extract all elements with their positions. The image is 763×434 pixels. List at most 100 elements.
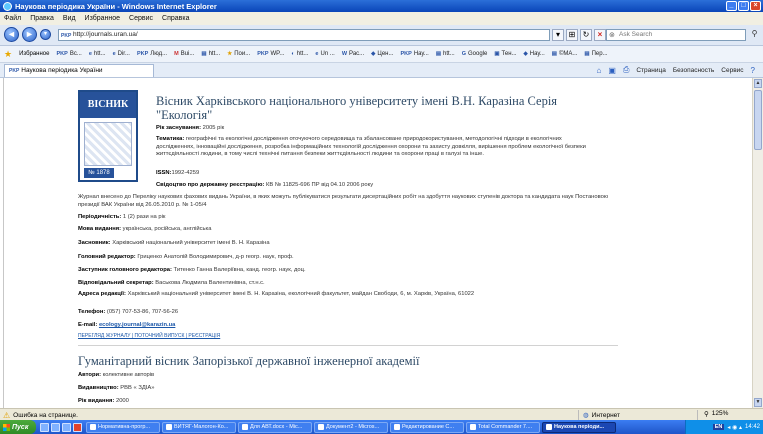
year-row: Рік видання: 2000 [78,398,129,404]
page-menu[interactable]: Страница [636,67,665,74]
task-button[interactable]: Total Commander 7.... [466,421,540,433]
command-bar: ⌂ ▣ ⎙ Страница Безопасность Сервис ? [597,65,755,75]
language-indicator[interactable]: EN [712,424,725,430]
favorite-item[interactable]: ▤ Пер... [584,51,607,57]
close-button[interactable]: × [750,1,761,11]
favorite-item[interactable]: PKP Нау... [401,51,429,57]
certificate-row: Свідоцтво про державну реєстрацію: КВ № … [156,182,374,188]
favorite-item[interactable]: PKP Люд... [137,51,167,57]
founder-row: Засновник: Харківський національний унів… [78,240,270,246]
favorite-item[interactable]: ▤ htt... [436,51,455,57]
tools-menu[interactable]: Сервис [721,67,743,74]
favorite-item[interactable]: e htt... [89,51,106,57]
favorite-item[interactable]: ◐ htt... [291,51,308,57]
publisher-row: Видавництво: РВВ « ЗДІА» [78,385,155,391]
feeds-icon[interactable]: ▣ [608,66,616,75]
quick-launch [40,422,82,432]
refresh-icon[interactable]: ↻ [580,29,592,41]
favorite-item[interactable]: ▤ ©MA... [552,51,578,57]
quick-launch-ie-icon[interactable] [40,422,49,432]
zoom-control[interactable]: ⚲ 125% [697,410,728,420]
quick-launch-opera-icon[interactable] [73,422,82,432]
journal-links[interactable]: ПЕРЕГЛЯД ЖУРНАЛУ | ПОТОЧНИЙ ВИПУСК | РЕЄ… [78,333,220,339]
status-text: Ошибка на странице. [13,412,78,419]
favorite-item[interactable]: e Un ... [315,51,334,57]
task-button[interactable]: Редактирование С... [390,421,464,433]
journal2-title[interactable]: Гуманітарний вісник Запорізької державно… [78,354,419,369]
favorite-item[interactable]: PKP Вс... [57,51,82,57]
scroll-up-icon[interactable]: ▲ [754,79,762,88]
address-actions: ▾ ⊞ ↻ × [552,29,606,41]
search-input[interactable]: ⊚ Ask Search [606,29,746,41]
favorite-item[interactable]: ★ Пои... [227,51,250,57]
scroll-down-icon[interactable]: ▼ [754,398,762,407]
tray-icons[interactable]: ◂ ◉ ▴ [727,424,742,431]
maximize-button[interactable]: □ [738,1,749,11]
status-error[interactable]: ⚠ Ошибка на странице. [3,411,78,420]
favorite-item[interactable]: G Google [462,51,488,57]
task-button[interactable]: Нормативна-прогр... [86,421,160,433]
start-button[interactable]: Пуск [0,420,36,434]
globe-icon: ◍ [583,412,589,419]
menu-edit[interactable]: Правка [30,15,54,22]
history-dropdown-icon[interactable]: ▾ [40,29,51,40]
address-input[interactable]: PKP http://journals.uran.ua/ [58,29,550,41]
menu-favorites[interactable]: Избранное [85,15,120,22]
favorite-item[interactable]: e Dir... [113,51,130,57]
journal-cover-image[interactable]: ВІСНИК № 1878 [78,90,138,182]
windows-logo-icon [3,423,10,431]
menu-bar: Файл Правка Вид Избранное Сервис Справка [0,12,763,25]
zoom-icon: ⚲ [704,411,709,418]
quick-launch-media-icon[interactable] [62,422,71,432]
ie-logo-icon [3,1,12,11]
safety-menu[interactable]: Безопасность [673,67,714,74]
authors-row: Автори: колективне авторів [78,372,155,378]
forward-button[interactable]: ► [22,27,37,42]
favorites-bar: ★ Избранное PKP Вс... e htt... e Dir... PKP… [0,46,763,63]
compat-view-icon[interactable]: ⊞ [566,29,578,41]
favorite-item[interactable]: PKP WP... [257,51,284,57]
tab-label: Наукова періодика України [21,67,103,74]
languages-row: Мова видання: українська, російська, анг… [78,226,212,232]
task-button[interactable]: ВИТЯГ-Малогон-Ко... [162,421,236,433]
favorites-label[interactable]: Избранное [19,51,49,57]
system-tray: EN ◂ ◉ ▴ 14:42 [685,420,763,434]
favorite-item[interactable]: M Bui... [174,51,194,57]
print-icon[interactable]: ⎙ [623,65,629,75]
favorites-star-icon[interactable]: ★ [4,49,12,60]
home-icon[interactable]: ⌂ [597,66,602,75]
minimize-button[interactable]: _ [726,1,737,11]
favorite-item[interactable]: W Рас... [342,51,364,57]
journal-title[interactable]: Вісник Харківського національного універ… [156,94,596,122]
vertical-scrollbar[interactable]: ▲ ▼ [752,78,763,408]
stop-icon[interactable]: × [594,29,606,41]
back-button[interactable]: ◄ [4,27,19,42]
task-button-active[interactable]: Наукова періоди... [542,421,616,433]
task-button[interactable]: Для АВТ.docx - Mic... [238,421,312,433]
search-go-icon[interactable]: ⚲ [748,29,761,41]
journal-separator [78,345,618,346]
page-viewport: ВІСНИК № 1878 Вісник Харківського націон… [0,78,763,408]
menu-tools[interactable]: Сервис [129,15,153,22]
menu-help[interactable]: Справка [162,15,189,22]
tab-favicon-icon: PKP [9,68,20,74]
task-button[interactable]: Документ2 - Micros... [314,421,388,433]
favorite-item[interactable]: ▤ htt... [201,51,220,57]
chief-editor-row: Головний редактор: Гриценко Анатолій Вол… [78,254,294,260]
founded-row: Рік заснування: 2005 рік [156,125,225,131]
email-link[interactable]: ecology.journal@karazin.ua [99,322,175,328]
window-controls: _ □ × [726,1,761,11]
tab-active[interactable]: PKP Наукова періодика України [4,64,154,77]
menu-view[interactable]: Вид [63,15,76,22]
clock[interactable]: 14:42 [745,424,760,430]
help-icon[interactable]: ? [751,66,755,75]
quick-launch-desktop-icon[interactable] [51,422,60,432]
scroll-thumb[interactable] [754,90,762,150]
menu-file[interactable]: Файл [4,15,21,22]
vak-note: Журнал внесено до Переліку наукових фахо… [78,194,609,208]
address-dropdown-icon[interactable]: ▾ [552,29,564,41]
zoom-level: 125% [711,410,729,417]
favorite-item[interactable]: ◆ Нау... [524,51,545,57]
favorite-item[interactable]: ▣ Тен... [494,51,516,57]
favorite-item[interactable]: ◆ Цен... [371,51,393,57]
